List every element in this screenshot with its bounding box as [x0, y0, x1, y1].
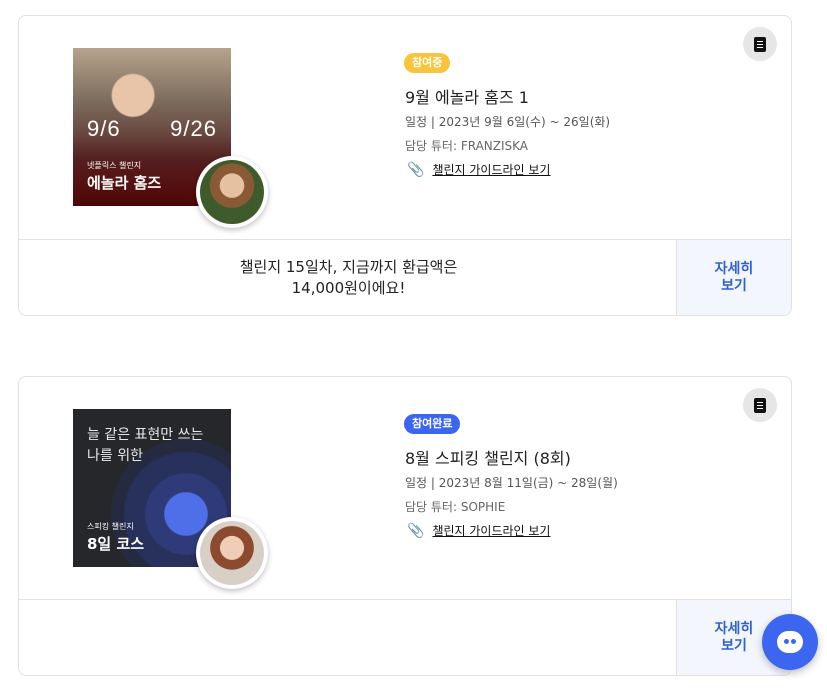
thumbnail-title: 8일 코스	[87, 535, 145, 553]
document-icon	[754, 36, 766, 52]
thumbnail-headline: 늘 같은 표현만 쓰는 나를 위한	[87, 427, 204, 464]
chat-icon	[777, 631, 803, 653]
challenge-tutor: 담당 튜터: FRANZISKA	[405, 139, 529, 153]
challenge-schedule: 일정 | 2023년 9월 6일(수) ~ 26일(화)	[405, 115, 611, 129]
thumbnail-subtitle: 스피킹 챌린지	[87, 522, 134, 531]
status-badge: 참여중	[404, 53, 451, 73]
tutor-avatar	[196, 517, 268, 589]
challenge-card: 늘 같은 표현만 쓰는 나를 위한 스피킹 챌린지 8일 코스 참여완료 8월 …	[18, 376, 792, 676]
refund-status	[19, 600, 678, 675]
tutor-avatar	[196, 156, 268, 228]
refund-status: 챌린지 15일차, 지금까지 환급액은 14,000원이에요!	[239, 257, 458, 297]
paperclip-icon: 📎	[407, 522, 425, 539]
challenge-tutor: 담당 튜터: SOPHIE	[405, 500, 506, 514]
chat-button[interactable]	[762, 614, 818, 670]
paperclip-icon: 📎	[407, 161, 425, 178]
card-info: 9/6 9/26 넷플릭스 챌린지 에놀라 홈즈 참여중 9월 에놀라 홈즈 1…	[19, 16, 791, 241]
challenge-schedule: 일정 | 2023년 8월 11일(금) ~ 28일(월)	[405, 476, 618, 490]
card-footer: 자세히 보기	[19, 599, 791, 675]
thumbnail-dates: 9/6 9/26	[87, 116, 217, 141]
guideline-link[interactable]: 📎 챌린지 가이드라인 보기	[407, 161, 550, 178]
thumbnail-subtitle: 넷플릭스 챌린지	[87, 161, 142, 170]
thumbnail-title: 에놀라 홈즈	[87, 174, 162, 192]
guideline-link[interactable]: 📎 챌린지 가이드라인 보기	[407, 522, 550, 539]
card-info: 늘 같은 표현만 쓰는 나를 위한 스피킹 챌린지 8일 코스 참여완료 8월 …	[19, 377, 791, 602]
detail-button[interactable]: 자세히 보기	[676, 240, 791, 315]
document-button[interactable]	[743, 388, 777, 422]
challenge-title: 9월 에놀라 홈즈 1	[405, 88, 529, 107]
challenge-card: 9/6 9/26 넷플릭스 챌린지 에놀라 홈즈 참여중 9월 에놀라 홈즈 1…	[18, 15, 792, 316]
status-badge: 참여완료	[404, 414, 461, 434]
document-button[interactable]	[743, 27, 777, 61]
document-icon	[754, 397, 766, 413]
card-footer: 챌린지 15일차, 지금까지 환급액은 14,000원이에요! 자세히 보기	[19, 239, 791, 315]
challenge-title: 8월 스피킹 챌린지 (8회)	[405, 449, 571, 468]
